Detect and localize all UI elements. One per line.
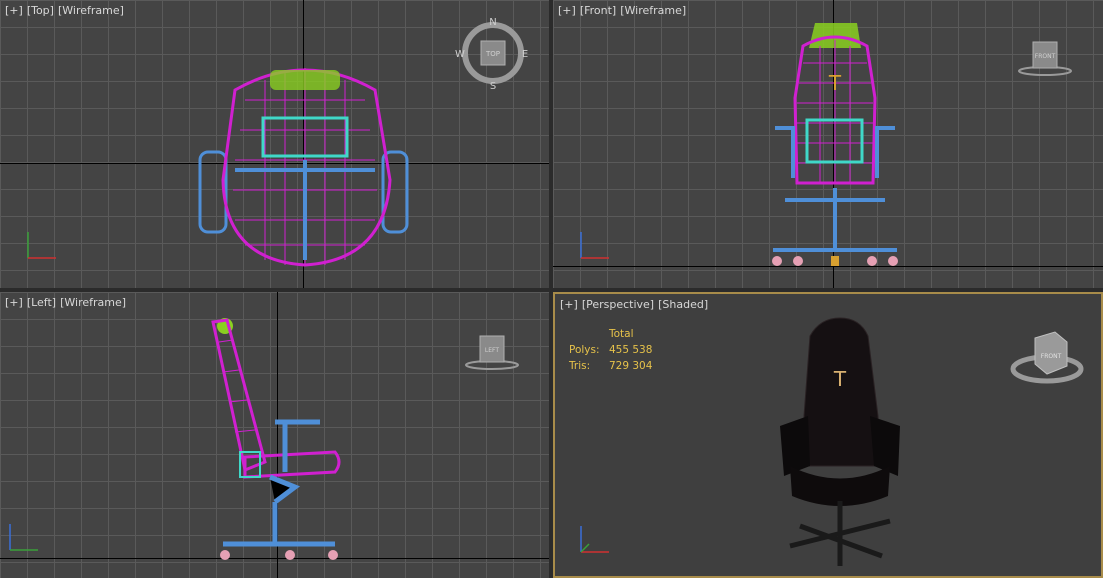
viewport-shading-mode[interactable]: [Wireframe] xyxy=(58,4,124,17)
viewport-left-label[interactable]: [+] [Left] [Wireframe] xyxy=(5,296,130,309)
compass-s: S xyxy=(490,81,496,91)
viewport-menu-plus[interactable]: [+] xyxy=(560,298,578,311)
viewport-menu-plus[interactable]: [+] xyxy=(5,4,23,17)
viewport-menu-plus[interactable]: [+] xyxy=(5,296,23,309)
axis-triad-icon xyxy=(27,232,56,259)
tris-value: 729 304 xyxy=(609,360,653,372)
svg-text:T: T xyxy=(828,71,842,95)
chair-front-wireframe[interactable]: T xyxy=(765,18,905,268)
viewport-view-name[interactable]: [Left] xyxy=(27,296,56,309)
tris-label: Tris: xyxy=(569,360,591,372)
viewport-menu-plus[interactable]: [+] xyxy=(558,4,576,17)
viewcube-front-face: FRONT xyxy=(1035,53,1056,60)
polys-value: 455 538 xyxy=(609,344,653,356)
axis-triad-icon xyxy=(9,524,38,551)
svg-text:T: T xyxy=(833,367,847,391)
chair-shaded-render[interactable]: T xyxy=(770,316,910,571)
chair-top-wireframe[interactable] xyxy=(195,60,415,270)
chair-left-wireframe[interactable] xyxy=(205,312,355,567)
viewcube-perspective-icon[interactable]: FRONT xyxy=(1005,324,1095,394)
viewport-view-name[interactable]: [Perspective] xyxy=(582,298,654,311)
viewcube-left-face: LEFT xyxy=(485,347,499,354)
viewport-perspective-label[interactable]: [+] [Perspective] [Shaded] xyxy=(560,298,712,311)
axis-triad-icon xyxy=(580,526,609,553)
viewcube-front-icon[interactable]: FRONT xyxy=(1005,38,1085,78)
scene-statistics: Total Polys: 455 538 Tris: 729 304 xyxy=(569,326,652,374)
viewport-view-name[interactable]: [Front] xyxy=(580,4,616,17)
viewport-left[interactable]: [+] [Left] [Wireframe] LEFT xyxy=(0,292,549,578)
axis-triad-icon xyxy=(580,232,609,259)
viewport-top[interactable]: [+] [Top] [Wireframe] TOP N S E W xyxy=(0,0,549,288)
polys-label: Polys: xyxy=(569,344,600,356)
viewport-shading-mode[interactable]: [Wireframe] xyxy=(620,4,686,17)
viewport-shading-mode[interactable]: [Shaded] xyxy=(658,298,708,311)
viewport-front-label[interactable]: [+] [Front] [Wireframe] xyxy=(558,4,690,17)
compass-w: W xyxy=(455,49,465,60)
compass-n: N xyxy=(489,17,496,28)
viewport-top-label[interactable]: [+] [Top] [Wireframe] xyxy=(5,4,128,17)
viewport-perspective[interactable]: [+] [Perspective] [Shaded] Total Polys: 455… xyxy=(553,292,1103,578)
viewport-front[interactable]: [+] [Front] [Wireframe] FRONT T xyxy=(553,0,1103,288)
compass-icon[interactable]: TOP N S E W xyxy=(455,15,531,91)
stats-header: Total xyxy=(609,328,634,340)
viewport-view-name[interactable]: [Top] xyxy=(27,4,54,17)
viewcube-left-icon[interactable]: LEFT xyxy=(452,332,532,372)
compass-e: E xyxy=(522,49,528,60)
viewport-shading-mode[interactable]: [Wireframe] xyxy=(60,296,126,309)
viewcube-front-face-persp: FRONT xyxy=(1041,353,1062,360)
viewcube-top-face: TOP xyxy=(485,50,500,58)
